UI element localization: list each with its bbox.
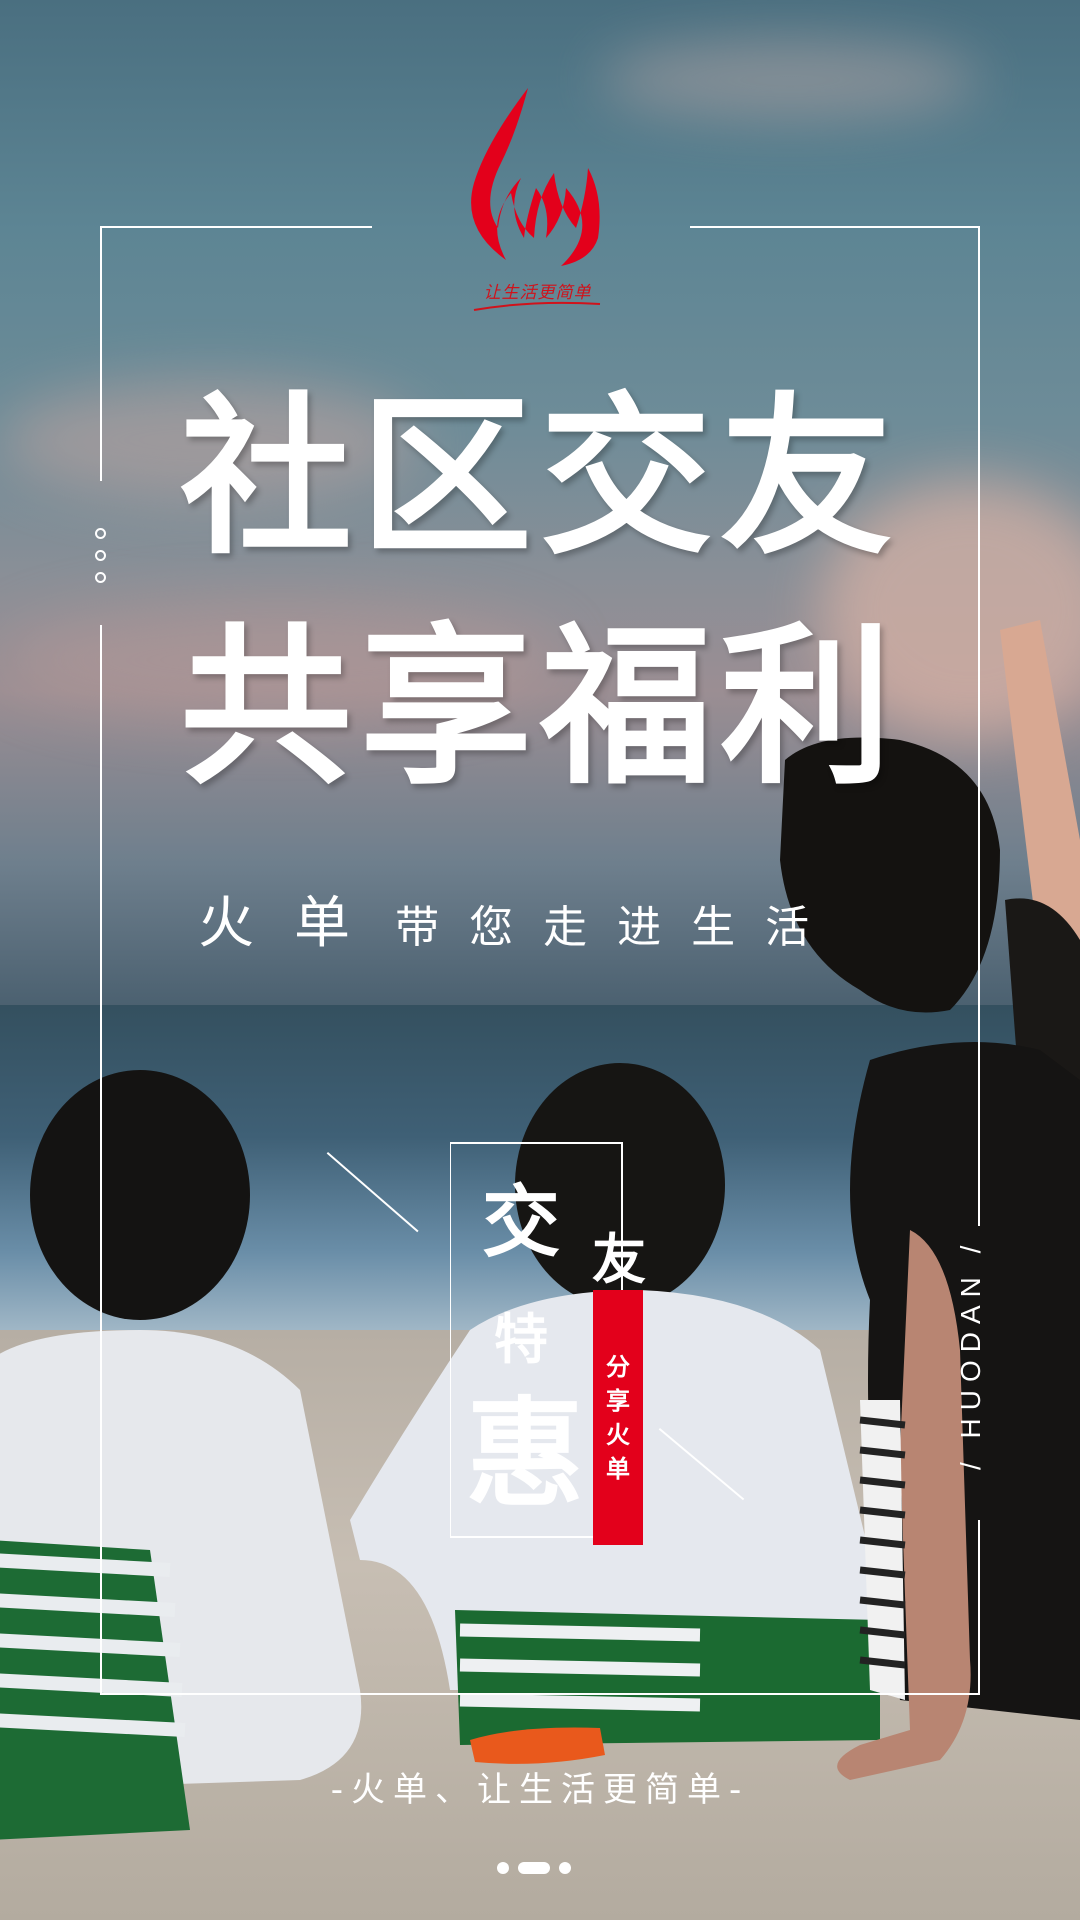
promo-char-you: 友 — [592, 1227, 646, 1291]
subline: 火单 带您走进生活 — [198, 878, 839, 959]
logo-underline — [473, 301, 601, 311]
left-child — [0, 1070, 362, 1840]
footer-slogan: -火单、让生活更简单- — [330, 1770, 750, 1810]
dot — [95, 550, 106, 561]
page-dot-1[interactable] — [497, 1862, 509, 1874]
dot — [95, 528, 106, 539]
page-dot-2-active[interactable] — [518, 1862, 550, 1874]
splash-screen: 让生活更简单 社区交友 共享福利 火单 带您走进生活 交 友 特 惠 分 享 火… — [0, 0, 1080, 1920]
frame-left-lower — [100, 625, 102, 1695]
tag-char: 单 — [606, 1454, 630, 1483]
headline-line-1: 社区交友 — [180, 377, 900, 578]
frame-right — [978, 226, 980, 1226]
headline-line-2: 共享福利 — [180, 607, 900, 808]
frame-top-right — [690, 226, 980, 228]
frame-top-left — [100, 226, 372, 228]
vertical-dots — [95, 528, 106, 594]
promo-char-hui: 惠 — [466, 1384, 585, 1523]
page-indicator[interactable] — [497, 1862, 571, 1874]
frame-left-upper — [100, 226, 102, 481]
dot — [95, 572, 106, 583]
subline-brand: 火单 — [198, 891, 390, 956]
frame-bottom — [100, 1693, 980, 1695]
page-dot-3[interactable] — [559, 1862, 571, 1874]
tag-char: 火 — [606, 1420, 630, 1449]
tag-char: 分 — [606, 1352, 630, 1381]
promo-red-tag: 分 享 火 单 — [593, 1290, 643, 1545]
promo-char-te: 特 — [494, 1307, 548, 1371]
tag-char: 享 — [606, 1386, 630, 1415]
flame-logo-icon — [471, 88, 600, 266]
frame-right-lower — [978, 1520, 980, 1695]
promo-char-jiao: 交 — [482, 1177, 561, 1268]
subline-text: 带您走进生活 — [395, 902, 840, 953]
side-brand-label: / HUODAN / — [955, 1237, 986, 1470]
